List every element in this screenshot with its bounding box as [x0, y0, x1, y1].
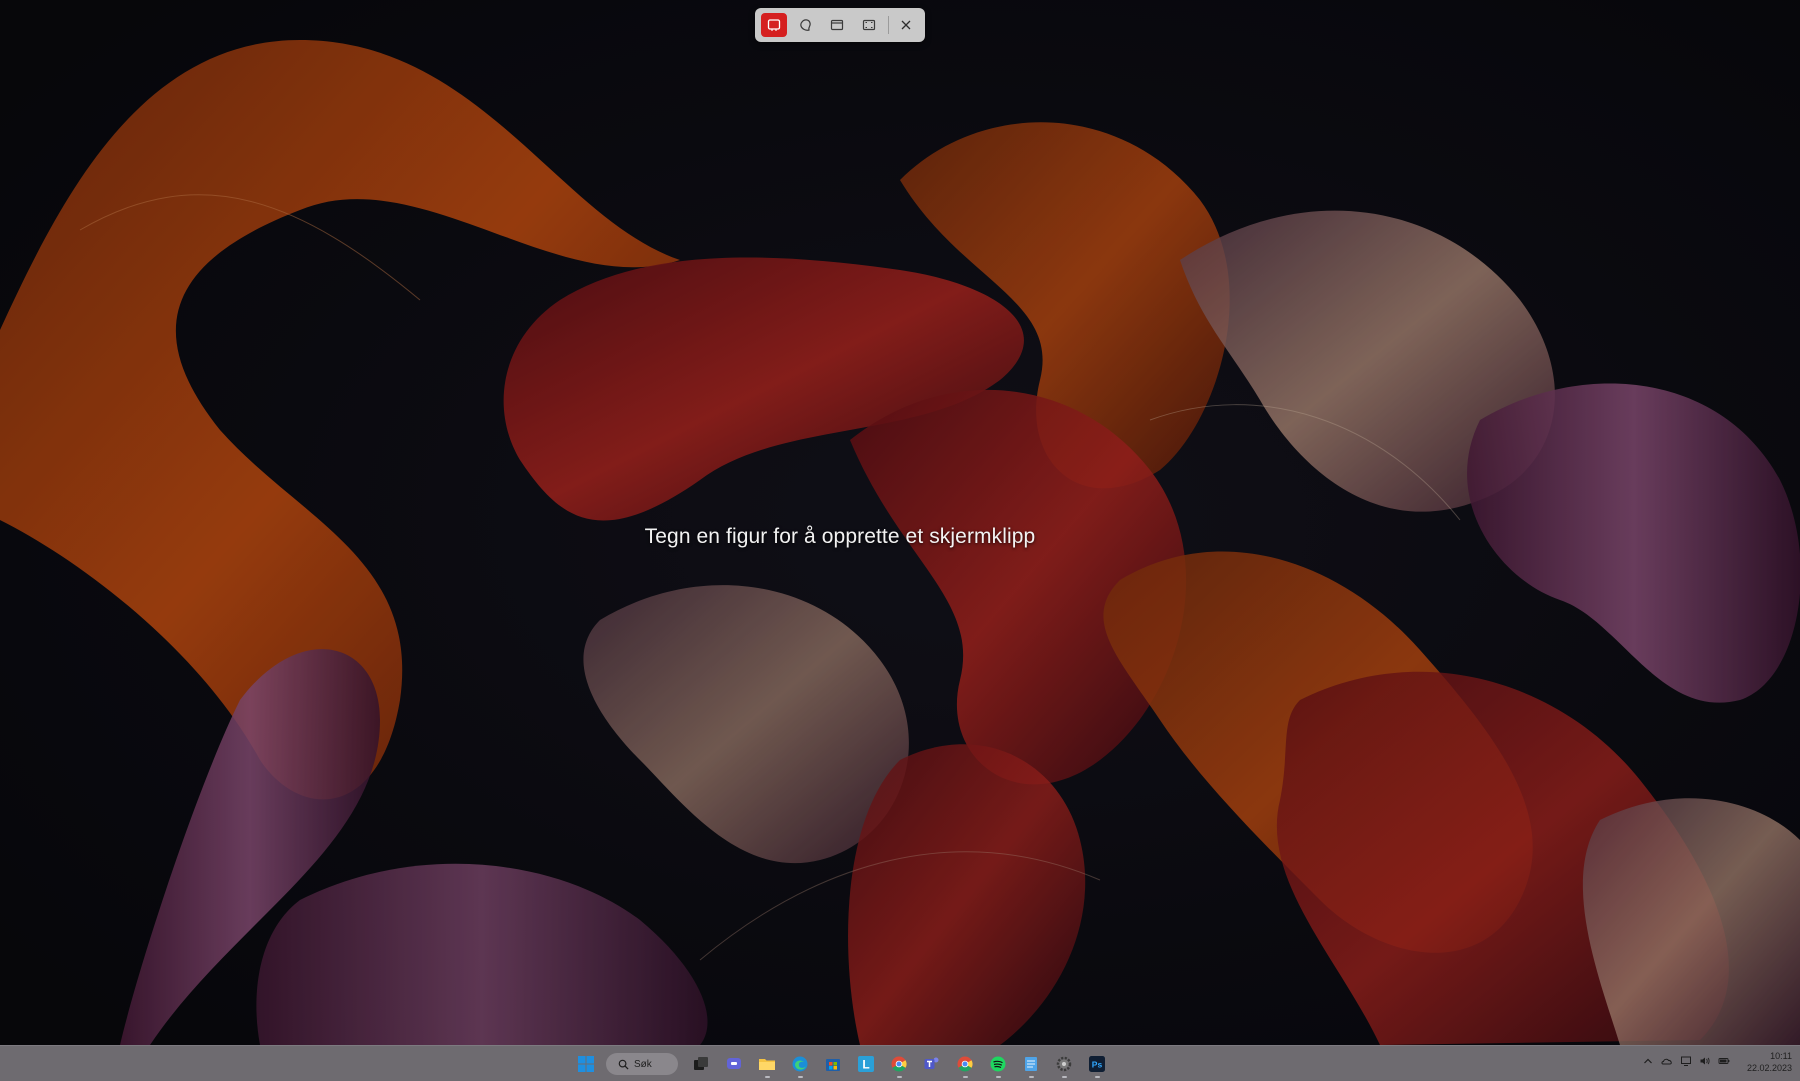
chrome-button[interactable]: [886, 1050, 912, 1078]
window-snip-button[interactable]: [825, 13, 851, 37]
chrome-button-2[interactable]: [952, 1050, 978, 1078]
search-label: Søk: [634, 1058, 652, 1070]
notepad-icon: [1025, 1057, 1037, 1071]
notepad-button[interactable]: [1018, 1050, 1044, 1078]
fullscreen-snip-icon: [863, 19, 876, 31]
snip-toolbar: [755, 8, 925, 42]
search-icon: [618, 1059, 629, 1070]
close-snip-button[interactable]: [893, 13, 919, 37]
snip-dim-overlay[interactable]: [0, 0, 1800, 1045]
rectangle-snip-icon: [767, 19, 781, 31]
volume-icon: [1700, 1057, 1710, 1065]
onedrive-button[interactable]: [1660, 1054, 1674, 1068]
microsoft-store-button[interactable]: [820, 1050, 846, 1078]
open-indicator: [897, 1076, 902, 1078]
fullscreen-snip-button[interactable]: [856, 13, 882, 37]
battery-button[interactable]: [1717, 1054, 1731, 1068]
open-indicator: [1062, 1076, 1067, 1078]
desktop-screen: Tegn en figur for å opprette et skjermkl…: [0, 0, 1800, 1081]
toolbar-divider: [888, 16, 890, 34]
taskbar-search[interactable]: Søk: [606, 1053, 678, 1075]
window-snip-icon: [831, 19, 844, 31]
close-icon: [901, 20, 911, 30]
start-button[interactable]: [573, 1050, 599, 1078]
teams-chat-icon: [727, 1058, 741, 1069]
teams-icon: [924, 1057, 939, 1069]
show-hidden-icons-button[interactable]: [1641, 1054, 1655, 1068]
taskbar-center: Søk L Ps: [573, 1050, 1117, 1078]
onedrive-icon: [1661, 1058, 1672, 1065]
spotify-icon: [990, 1056, 1006, 1072]
teams-chat-button[interactable]: [721, 1050, 747, 1078]
chrome-icon: [957, 1056, 973, 1072]
svg-text:L: L: [862, 1058, 869, 1072]
clock-time: 10:11: [1770, 1051, 1792, 1061]
open-indicator: [1095, 1076, 1100, 1078]
svg-text:Ps: Ps: [1092, 1060, 1103, 1070]
open-indicator: [963, 1076, 968, 1078]
task-view-button[interactable]: [688, 1050, 714, 1078]
open-indicator: [798, 1076, 803, 1078]
open-indicator: [765, 1076, 770, 1078]
battery-icon: [1718, 1058, 1730, 1064]
open-indicator: [1029, 1076, 1034, 1078]
chevron-up-icon: [1644, 1058, 1652, 1064]
network-icon: [1681, 1056, 1691, 1066]
file-explorer-icon: [759, 1059, 775, 1070]
chrome-icon: [891, 1056, 907, 1072]
l-app-icon: L: [858, 1056, 874, 1072]
rectangle-snip-button[interactable]: [761, 13, 787, 37]
l-app-button[interactable]: L: [853, 1050, 879, 1078]
settings-icon: [1056, 1056, 1072, 1072]
windows-start-icon: [578, 1056, 594, 1072]
task-view-icon: [694, 1057, 708, 1070]
taskbar-clock[interactable]: 10:11 22.02.2023: [1747, 1050, 1792, 1074]
edge-button[interactable]: [787, 1050, 813, 1078]
network-button[interactable]: [1679, 1054, 1693, 1068]
freeform-snip-icon: [799, 19, 811, 31]
edge-icon: [792, 1056, 808, 1072]
system-tray: [1641, 1054, 1736, 1068]
taskbar: Søk L Ps 10:11 22.02.2023: [0, 1045, 1800, 1081]
photoshop-button[interactable]: Ps: [1084, 1050, 1110, 1078]
teams-button[interactable]: [919, 1050, 945, 1078]
microsoft-store-icon: [826, 1059, 840, 1071]
clock-date: 22.02.2023: [1746, 1063, 1792, 1073]
open-indicator: [996, 1076, 1001, 1078]
snip-instruction-text: Tegn en figur for å opprette et skjermkl…: [644, 525, 1036, 548]
spotify-button[interactable]: [985, 1050, 1011, 1078]
settings-button[interactable]: [1051, 1050, 1077, 1078]
freeform-snip-button[interactable]: [793, 13, 819, 37]
volume-button[interactable]: [1698, 1054, 1712, 1068]
photoshop-icon: Ps: [1089, 1056, 1105, 1072]
file-explorer-button[interactable]: [754, 1050, 780, 1078]
